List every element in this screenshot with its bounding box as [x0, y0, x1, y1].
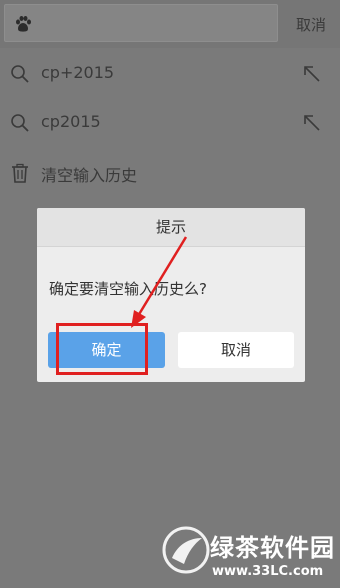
cancel-button[interactable]: 取消: [178, 332, 294, 368]
history-item-text: cp+2015: [41, 63, 115, 82]
highlight-box: [56, 323, 148, 375]
watermark: 绿茶软件园 www.33LC.com: [160, 520, 340, 588]
history-item[interactable]: cp+2015: [0, 50, 340, 98]
dialog-message: 确定要清空输入历史么?: [49, 280, 207, 298]
watermark-url: www.33LC.com: [212, 564, 324, 579]
search-icon: [11, 65, 29, 83]
fill-arrow-icon[interactable]: [302, 64, 322, 84]
clear-history-label: 清空输入历史: [41, 166, 138, 185]
search-input[interactable]: [4, 4, 278, 42]
search-header: 取消: [0, 0, 340, 48]
dialog-title: 提示: [37, 208, 305, 247]
watermark-logo-icon: [162, 526, 210, 574]
history-item[interactable]: cp2015: [0, 99, 340, 147]
history-item-text: cp2015: [41, 112, 101, 131]
watermark-name: 绿茶软件园: [210, 534, 335, 562]
fill-arrow-icon[interactable]: [302, 113, 322, 133]
search-icon: [11, 114, 29, 132]
trash-icon: [12, 163, 28, 183]
cancel-search-button[interactable]: 取消: [296, 14, 326, 35]
baidu-paw-icon: [16, 16, 31, 32]
clear-history-row[interactable]: 清空输入历史: [0, 149, 340, 197]
